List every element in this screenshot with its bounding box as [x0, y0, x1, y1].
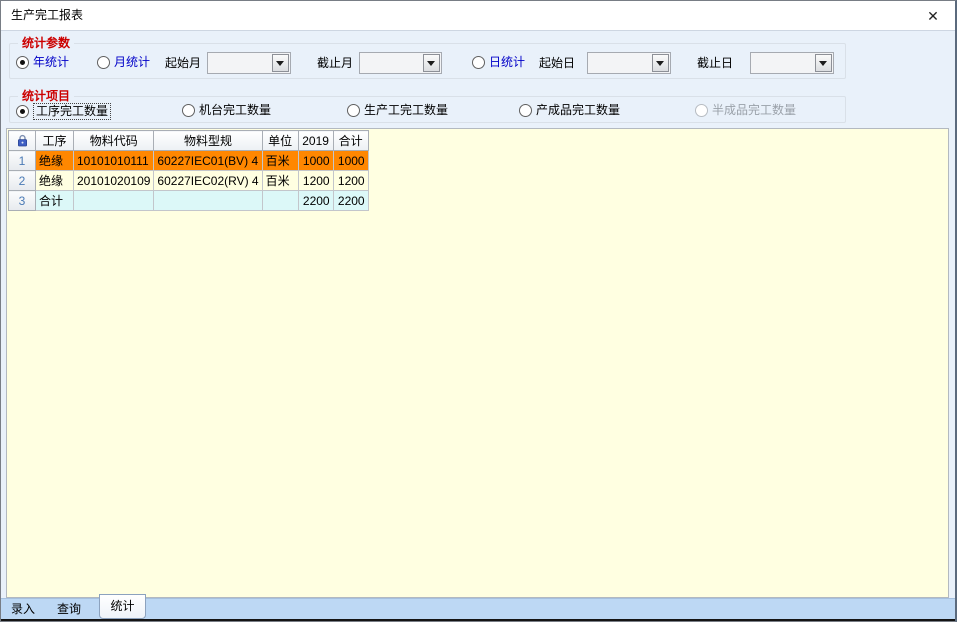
statistics-items-group: 统计项目 工序完工数量 机台完工数量 生产工完工数量 产成品完工数量 半成品完工…	[9, 96, 846, 123]
radio-icon	[16, 56, 29, 69]
close-icon[interactable]: ✕	[921, 4, 945, 28]
cell-year-qty[interactable]: 2200	[298, 191, 333, 211]
tab-statistics[interactable]: 统计	[99, 594, 146, 619]
report-window: 生产完工报表 ✕ 统计参数 年统计 月统计 起始月 截止月 日统计 起始日	[0, 0, 957, 622]
start-day-label: 起始日	[539, 56, 575, 71]
group-title: 统计参数	[18, 35, 74, 51]
cell-year-qty[interactable]: 1000	[298, 151, 333, 171]
start-month-select[interactable]	[207, 52, 291, 74]
radio-label: 年统计	[33, 55, 69, 70]
lock-header-cell	[9, 131, 36, 151]
table-row[interactable]: 2 绝缘 20101020109 60227IEC02(RV) 4 百米 120…	[9, 171, 369, 191]
cell-process[interactable]: 绝缘	[36, 171, 74, 191]
radio-icon	[695, 104, 708, 117]
column-header-total[interactable]: 合计	[333, 131, 368, 151]
tab-query[interactable]: 查询	[51, 599, 87, 619]
report-canvas: 工序 物料代码 物料型规 单位 2019 合计 1 绝缘 10101010111…	[6, 128, 949, 598]
cell-unit[interactable]: 百米	[262, 171, 298, 191]
radio-label: 月统计	[114, 55, 150, 70]
cell-total-qty[interactable]: 2200	[333, 191, 368, 211]
column-header-process[interactable]: 工序	[36, 131, 74, 151]
radio-label: 产成品完工数量	[536, 103, 620, 118]
statistics-params-group: 统计参数 年统计 月统计 起始月 截止月 日统计 起始日 截止日	[9, 43, 846, 79]
cell-material-code[interactable]: 10101010111	[74, 151, 154, 171]
end-day-label: 截止日	[697, 56, 733, 71]
end-month-label: 截止月	[317, 56, 353, 71]
table-row[interactable]: 1 绝缘 10101010111 60227IEC01(BV) 4 百米 100…	[9, 151, 369, 171]
radio-icon	[97, 56, 110, 69]
cell-year-qty[interactable]: 1200	[298, 171, 333, 191]
bottom-tab-strip: 录入 查询 统计	[1, 598, 955, 619]
radio-process-completed-qty[interactable]: 工序完工数量	[16, 103, 111, 120]
radio-day-statistics[interactable]: 日统计	[472, 55, 525, 70]
radio-finished-product-qty[interactable]: 产成品完工数量	[519, 103, 620, 118]
cell-material-code[interactable]: 20101020109	[74, 171, 154, 191]
end-day-select[interactable]	[750, 52, 834, 74]
dropdown-arrow-icon[interactable]	[272, 54, 289, 72]
radio-icon	[347, 104, 360, 117]
radio-year-statistics[interactable]: 年统计	[16, 55, 69, 70]
radio-label: 半成品完工数量	[712, 103, 796, 118]
radio-icon	[519, 104, 532, 117]
tab-entry[interactable]: 录入	[5, 599, 41, 619]
cell-unit[interactable]	[262, 191, 298, 211]
radio-worker-completed-qty[interactable]: 生产工完工数量	[347, 103, 448, 118]
dropdown-arrow-icon[interactable]	[423, 54, 440, 72]
cell-unit[interactable]: 百米	[262, 151, 298, 171]
dropdown-arrow-icon[interactable]	[815, 54, 832, 72]
radio-icon	[16, 105, 29, 118]
radio-icon	[182, 104, 195, 117]
cell-material-spec[interactable]	[154, 191, 262, 211]
group-title: 统计项目	[18, 88, 74, 104]
column-header-material-spec[interactable]: 物料型规	[154, 131, 262, 151]
cell-process[interactable]: 绝缘	[36, 151, 74, 171]
cell-total-qty[interactable]: 1000	[333, 151, 368, 171]
start-month-label: 起始月	[165, 56, 201, 71]
end-month-select[interactable]	[359, 52, 442, 74]
radio-month-statistics[interactable]: 月统计	[97, 55, 150, 70]
start-day-select[interactable]	[587, 52, 671, 74]
radio-label: 生产工完工数量	[364, 103, 448, 118]
cell-material-spec[interactable]: 60227IEC01(BV) 4	[154, 151, 262, 171]
radio-icon	[472, 56, 485, 69]
cell-material-spec[interactable]: 60227IEC02(RV) 4	[154, 171, 262, 191]
table-row-total[interactable]: 3 合计 2200 2200	[9, 191, 369, 211]
grid-header-row: 工序 物料代码 物料型规 单位 2019 合计	[9, 131, 369, 151]
radio-label: 日统计	[489, 55, 525, 70]
radio-label: 工序完工数量	[33, 103, 111, 120]
dropdown-arrow-icon[interactable]	[652, 54, 669, 72]
window-title: 生产完工报表	[11, 1, 83, 30]
radio-label: 机台完工数量	[199, 103, 271, 118]
column-header-year[interactable]: 2019	[298, 131, 333, 151]
row-number-cell[interactable]: 1	[9, 151, 36, 171]
cell-process[interactable]: 合计	[36, 191, 74, 211]
cell-material-code[interactable]	[74, 191, 154, 211]
column-header-material-code[interactable]: 物料代码	[74, 131, 154, 151]
row-number-cell[interactable]: 3	[9, 191, 36, 211]
row-number-cell[interactable]: 2	[9, 171, 36, 191]
radio-machine-completed-qty[interactable]: 机台完工数量	[182, 103, 271, 118]
cell-total-qty[interactable]: 1200	[333, 171, 368, 191]
result-grid: 工序 物料代码 物料型规 单位 2019 合计 1 绝缘 10101010111…	[8, 130, 369, 211]
column-header-unit[interactable]: 单位	[262, 131, 298, 151]
title-bar: 生产完工报表 ✕	[1, 1, 955, 31]
lock-icon	[17, 134, 28, 147]
radio-semifinished-product-qty: 半成品完工数量	[695, 103, 796, 118]
